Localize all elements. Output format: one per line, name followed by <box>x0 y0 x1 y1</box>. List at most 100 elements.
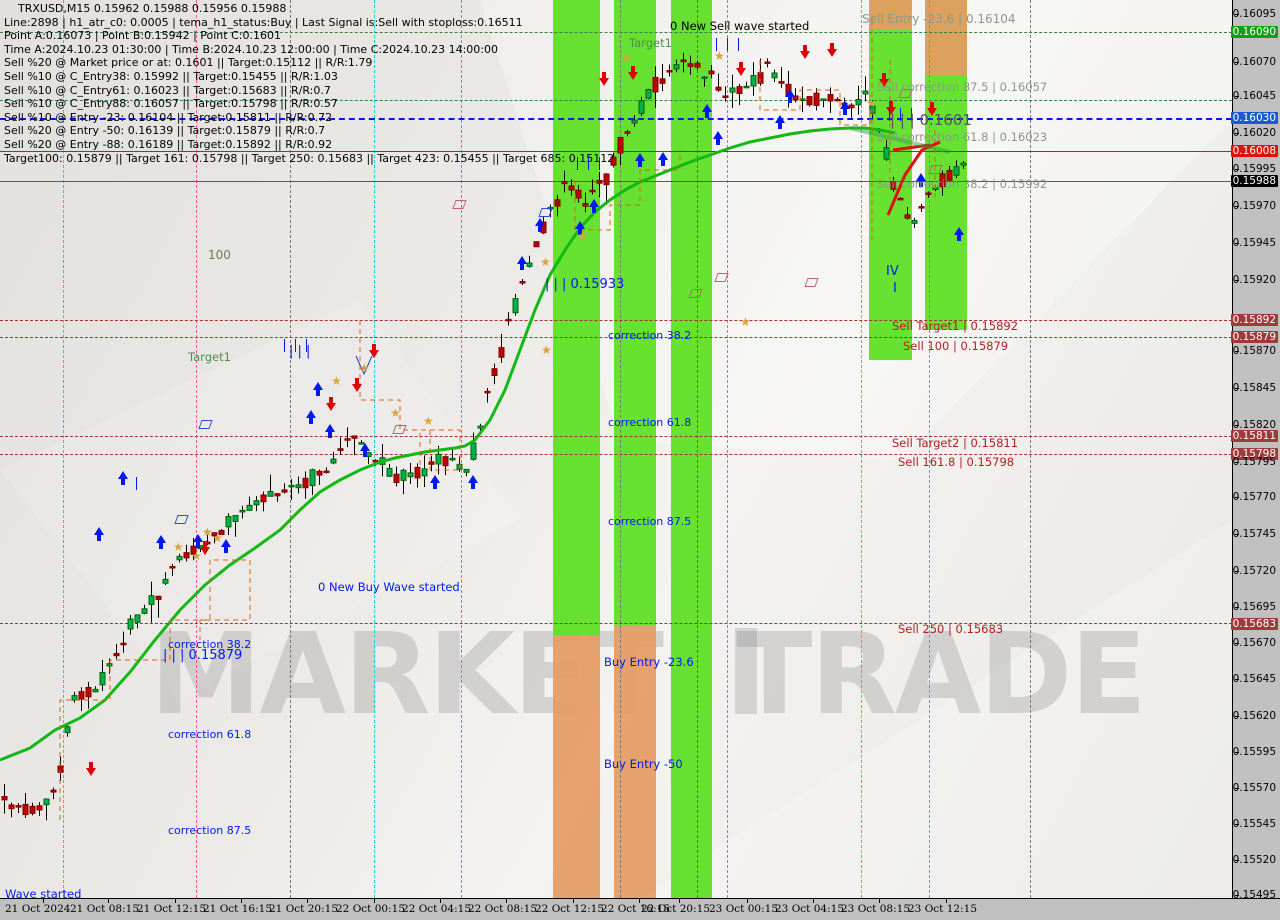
time-tick-mark <box>374 899 375 903</box>
price-tick-label: 0.15745 <box>1232 528 1276 540</box>
annotation-correction-875-mid: correction 87.5 <box>608 515 692 528</box>
price-tick-label: 0.15988 <box>1230 175 1278 187</box>
time-tick-mark <box>573 899 574 903</box>
price-tick-016030: 0.16030 <box>1230 112 1278 124</box>
buy-arrow-up-icon <box>658 152 668 166</box>
price-tick-015945: 0.15945 <box>1231 237 1278 249</box>
annotation-wave-i: I <box>893 281 897 296</box>
price-tick-label: 0.16030 <box>1230 112 1278 124</box>
price-tick-015570: 0.15570 <box>1231 782 1278 794</box>
buy-arrow-up-icon <box>430 475 440 489</box>
price-tick-015670: 0.15670 <box>1231 637 1278 649</box>
sell-arrow-down-icon <box>352 378 362 392</box>
sell-arrow-down-icon <box>86 762 96 776</box>
band-1b <box>553 635 600 898</box>
price-tick-016090: 0.16090 <box>1230 26 1278 38</box>
fractal-star-icon: ★ <box>359 361 370 375</box>
time-tick: 23 Oct 12:15 <box>908 903 978 915</box>
buy-arrow-up-icon <box>785 89 795 103</box>
time-scale[interactable]: 21 Oct 2024 21 Oct 08:15 21 Oct 12:15 21 Oc… <box>0 898 1280 920</box>
price-tick-label: 0.15945 <box>1232 237 1276 249</box>
time-tick-mark <box>679 899 680 903</box>
time-tick: 23 Oct 00:15 <box>709 903 779 915</box>
price-tick-015695: 0.15695 <box>1231 601 1278 613</box>
time-tick: 22 Oct 08:15 <box>468 903 538 915</box>
fractal-star-icon: ★ <box>714 49 725 63</box>
buy-arrow-up-icon <box>535 218 545 232</box>
annotation-correction-618-mid: correction 61.8 <box>608 416 692 429</box>
time-tick-mark <box>879 899 880 903</box>
wave-tick-mark <box>727 38 728 51</box>
vgrid-7 <box>697 0 698 898</box>
price-tick-016020: 0.16020 <box>1231 127 1278 139</box>
level-015892 <box>0 320 1232 321</box>
time-tick-mark <box>108 899 109 903</box>
annotation-buy-entry-236: Buy Entry -23.6 <box>604 655 694 669</box>
fractal-star-icon: ★ <box>740 315 751 329</box>
price-tick-015595: 0.15595 <box>1231 746 1278 758</box>
price-tick-015620: 0.15620 <box>1231 710 1278 722</box>
sell-arrow-down-icon <box>628 66 638 80</box>
annotation-new-sell-wave: 0 New Sell wave started <box>670 19 810 33</box>
wave-tick-mark <box>738 38 739 51</box>
annotation-correction-618-left: correction 61.8 <box>168 728 252 741</box>
price-tick-015720: 0.15720 <box>1231 565 1278 577</box>
price-tick-label: 0.16008 <box>1230 145 1278 157</box>
price-tick-015520: 0.15520 <box>1231 854 1278 866</box>
price-tick-label: 0.15795 <box>1232 456 1276 468</box>
info-line-8: Sell %20 @ Entry -50: 0.16139 || Target:… <box>4 124 326 138</box>
sell-arrow-down-icon <box>736 62 746 76</box>
price-tick-015970: 0.15970 <box>1231 200 1278 212</box>
buy-arrow-up-icon <box>306 410 316 424</box>
info-line-7: Sell %10 @ Entry -23: 0.16104 || Target:… <box>4 110 333 124</box>
sell-arrow-down-icon <box>827 43 837 57</box>
price-tick-label: 0.16095 <box>1232 8 1276 20</box>
info-line-6: Sell %10 @ C_Entry88: 0.16057 || Target:… <box>4 97 338 111</box>
price-tick-015870: 0.15870 <box>1231 345 1278 357</box>
annotation-point-a-left: | | | 0.15879 <box>163 648 243 663</box>
annotation-sell-250: Sell 250 | 0.15683 <box>898 622 1004 636</box>
buy-arrow-up-icon <box>702 104 712 118</box>
time-tick-mark <box>813 899 814 903</box>
buy-arrow-up-icon <box>840 101 850 115</box>
price-tick-label: 0.16045 <box>1232 90 1276 102</box>
price-scale[interactable]: 0.16095 0.16090 0.16070 0.16045 0.16030 0.160… <box>1230 0 1280 901</box>
annotation-point-c-label: | | | 0.1601 <box>890 111 972 129</box>
info-line-3: Sell %20 @ Market price or at: 0.1601 ||… <box>4 56 373 70</box>
price-tick-label: 0.15920 <box>1232 274 1276 286</box>
fractal-star-icon: ★ <box>390 406 401 420</box>
price-tick-label: 0.15520 <box>1232 854 1276 866</box>
time-tick-mark <box>440 899 441 903</box>
strategy-info-lines: Line:2898 | h1_atr_c0: 0.0005 | tema_h1_… <box>4 16 614 166</box>
fractal-star-icon: ★ <box>191 549 202 563</box>
price-tick-label: 0.16090 <box>1230 26 1278 38</box>
price-tick-label: 0.15970 <box>1232 200 1276 212</box>
annotation-wave-iv: IV <box>886 264 899 279</box>
price-tick-label: 0.15811 <box>1230 430 1278 442</box>
time-tick-mark <box>307 899 308 903</box>
level-015683 <box>0 623 1232 624</box>
annotation-correction-382-mid: correction 38.2 <box>608 329 692 342</box>
price-tick-label: 0.15870 <box>1232 345 1276 357</box>
time-tick: 21 Oct 20:15 <box>269 903 339 915</box>
price-tick-016070: 0.16070 <box>1231 56 1278 68</box>
price-tick-015770: 0.15770 <box>1231 491 1278 503</box>
price-tick-015811: 0.15811 <box>1230 430 1278 442</box>
buy-arrow-up-icon <box>775 115 785 129</box>
price-tick-015995: 0.15995 <box>1231 163 1278 175</box>
price-tick-label: 0.15670 <box>1232 637 1276 649</box>
price-tick-label: 0.15995 <box>1232 163 1276 175</box>
price-tick-label: 0.15620 <box>1232 710 1276 722</box>
price-tick-015879: 0.15879 <box>1230 331 1278 343</box>
price-tick-label: 0.15570 <box>1232 782 1276 794</box>
price-tick-label: 0.15695 <box>1232 601 1276 613</box>
buy-arrow-up-icon <box>313 382 323 396</box>
price-tick-015683: 0.15683 <box>1230 618 1278 630</box>
chart-plot-area[interactable]: MARKET TRADE ★ ★ ★ ★ ★ ★ ★ ★ ★ ★ ★ ★ ★ ★ ★ Sell Entry … <box>0 0 1232 898</box>
vgrid-9 <box>861 0 862 898</box>
price-tick-015988: 0.15988 <box>1230 175 1278 187</box>
info-line-0: Line:2898 | h1_atr_c0: 0.0005 | tema_h1_… <box>4 15 523 29</box>
info-line-4: Sell %10 @ C_Entry38: 0.15992 || Target:… <box>4 69 338 83</box>
price-tick-015795: 0.15795 <box>1231 456 1278 468</box>
fractal-star-icon: ★ <box>577 229 588 243</box>
